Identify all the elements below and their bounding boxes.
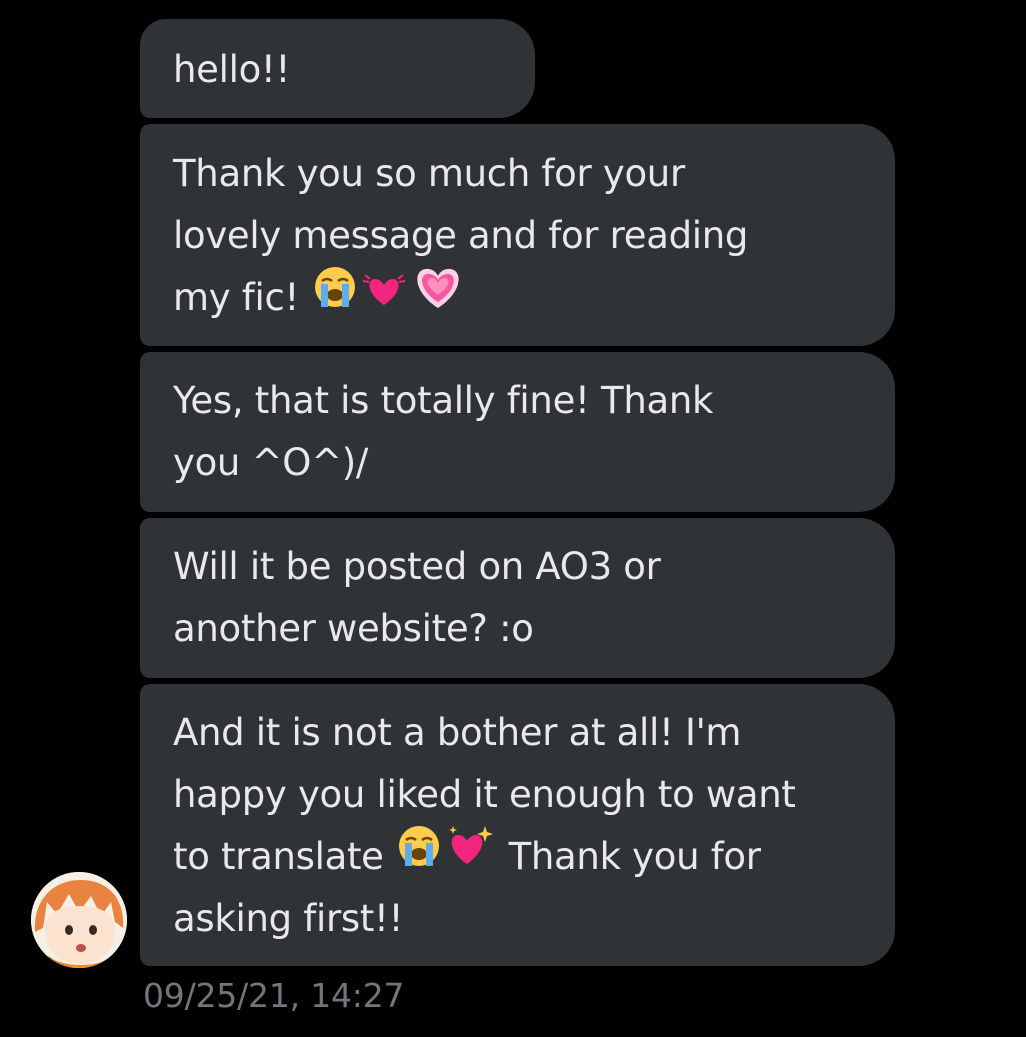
loudly-crying-face-icon	[397, 824, 441, 887]
message-text: lovely message and for reading	[173, 214, 749, 257]
message-text: asking first!!	[173, 897, 404, 940]
message-text: another website? :o	[173, 607, 534, 650]
growing-heart-icon	[411, 264, 465, 329]
message-line: my fic!	[173, 267, 862, 329]
message-text: my fic!	[173, 276, 300, 319]
message-text: Will it be posted on AO3 or	[173, 545, 661, 588]
avatar[interactable]	[31, 872, 127, 968]
message-timestamp: 09/25/21, 14:27	[143, 976, 405, 1015]
beating-heart-icon	[361, 266, 407, 328]
message-bubble[interactable]: hello!!	[140, 19, 535, 118]
message-bubble[interactable]: Will it be posted on AO3 or another webs…	[140, 518, 895, 678]
message-text: to translate	[173, 835, 384, 878]
loudly-crying-face-icon	[313, 265, 357, 328]
message-bubble[interactable]: Thank you so much for your lovely messag…	[140, 124, 895, 346]
message-bubble[interactable]: And it is not a bother at all! I'm happy…	[140, 684, 895, 966]
sparkling-heart-icon	[445, 824, 495, 887]
message-text: you ^O^)/	[173, 441, 369, 484]
message-text: hello!!	[173, 48, 290, 91]
message-text: Thank you so much for your	[173, 152, 685, 195]
message-text: happy you liked it enough to want	[173, 773, 796, 816]
message-text: Yes, that is totally fine! Thank	[173, 379, 714, 422]
message-text: And it is not a bother at all! I'm	[173, 711, 742, 754]
message-bubble[interactable]: Yes, that is totally fine! Thank you ^O^…	[140, 352, 895, 512]
message-line: to translate Thank you for	[173, 826, 862, 888]
message-text: Thank you for	[508, 835, 761, 878]
